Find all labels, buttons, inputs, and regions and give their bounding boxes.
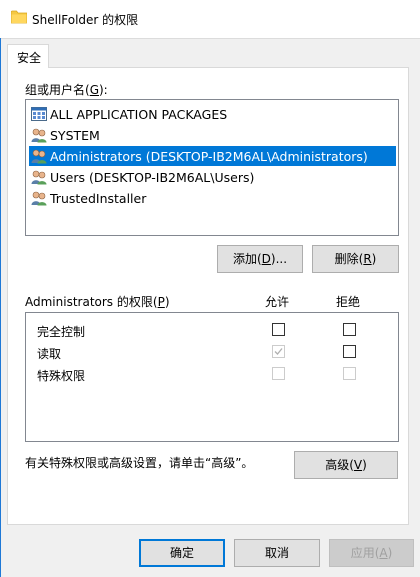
group-name: Users (DESKTOP-IB2M6AL\Users)	[50, 170, 255, 185]
permissions-label: Administrators 的权限(P)	[25, 295, 170, 309]
add-button[interactable]: 添加(D)...	[217, 245, 303, 273]
cancel-button[interactable]: 取消	[234, 539, 320, 567]
deny-checkbox-read[interactable]	[343, 345, 356, 358]
list-item[interactable]: ALL APPLICATION PACKAGES	[29, 104, 396, 124]
window-edge	[0, 38, 1, 577]
permission-row-read: 读取	[26, 342, 398, 364]
permission-row-special: 特殊权限	[26, 364, 398, 386]
remove-button[interactable]: 删除(R)	[312, 245, 399, 273]
allow-checkbox-special[interactable]	[272, 367, 285, 380]
list-item[interactable]: SYSTEM	[29, 125, 396, 145]
users-group-icon	[31, 191, 47, 206]
permission-name: 读取	[37, 347, 62, 361]
allow-checkbox-full-control[interactable]	[272, 323, 285, 336]
list-item[interactable]: TrustedInstaller	[29, 188, 396, 208]
users-group-icon	[31, 170, 47, 185]
group-name: ALL APPLICATION PACKAGES	[50, 107, 228, 122]
list-item[interactable]: Users (DESKTOP-IB2M6AL\Users)	[29, 167, 396, 187]
groups-listbox[interactable]: ALL APPLICATION PACKAGES SYSTEM Administ…	[25, 99, 399, 236]
group-name: Administrators (DESKTOP-IB2M6AL\Administ…	[50, 149, 368, 164]
security-panel: 组或用户名(G): ALL APPLICATION PACKAGES SYSTE…	[7, 67, 409, 525]
apply-button[interactable]: 应用(A)	[329, 539, 414, 567]
window-title: ShellFolder 的权限	[32, 13, 139, 27]
advanced-button[interactable]: 高级(V)	[294, 451, 398, 479]
title-bar[interactable]: ShellFolder 的权限	[0, 0, 420, 39]
tab-security-label: 安全	[17, 51, 42, 65]
group-name: TrustedInstaller	[50, 191, 147, 206]
ok-button[interactable]: 确定	[139, 539, 225, 567]
users-group-icon	[31, 128, 47, 143]
permission-name: 特殊权限	[37, 369, 86, 383]
list-item-selected[interactable]: Administrators (DESKTOP-IB2M6AL\Administ…	[29, 146, 396, 166]
permissions-list: 完全控制 读取 特殊权限	[25, 312, 399, 442]
allow-checkbox-read[interactable]	[272, 345, 285, 358]
deny-checkbox-full-control[interactable]	[343, 323, 356, 336]
advanced-hint: 有关特殊权限或高级设置，请单击“高级”。	[25, 456, 254, 470]
permission-row-full-control: 完全控制	[26, 320, 398, 342]
groups-label: 组或用户名(G):	[25, 83, 108, 97]
folder-icon	[11, 10, 27, 24]
app-packages-icon	[31, 107, 47, 121]
deny-checkbox-special[interactable]	[343, 367, 356, 380]
deny-header: 拒绝	[336, 295, 361, 309]
allow-header: 允许	[265, 295, 290, 309]
tab-security[interactable]: 安全	[7, 44, 49, 68]
checkmark-icon	[274, 348, 283, 355]
permission-name: 完全控制	[37, 325, 86, 339]
users-group-icon	[31, 149, 47, 164]
group-name: SYSTEM	[50, 128, 100, 143]
